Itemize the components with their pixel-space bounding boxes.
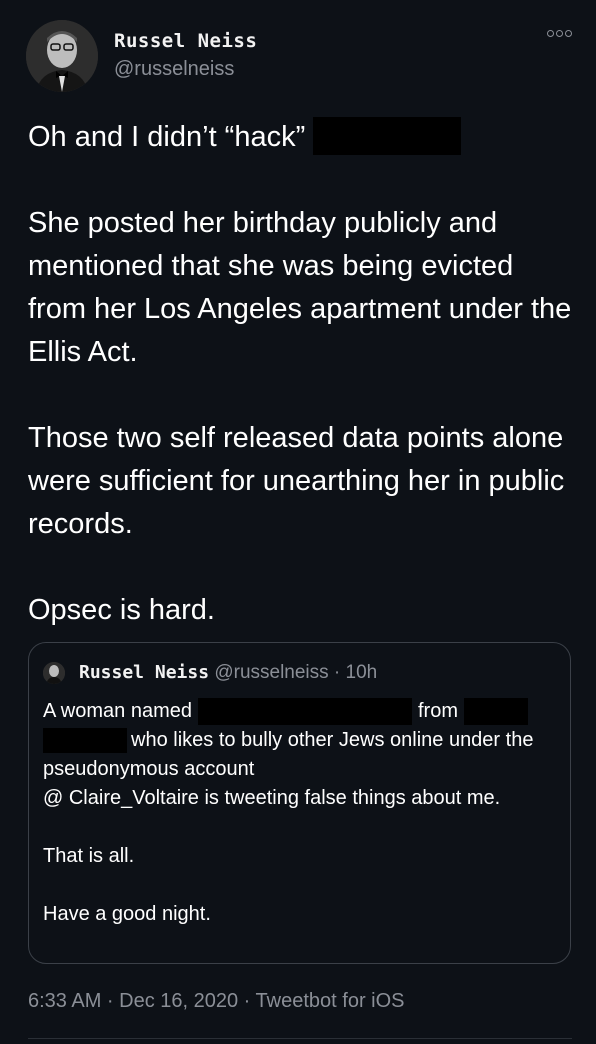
- redaction-bar: [43, 728, 127, 754]
- quoted-paragraph: A woman named from who likes to bully othe…: [43, 697, 563, 813]
- avatar[interactable]: [26, 20, 98, 92]
- tweet-body: Oh and I didn’t “hack” She posted her bi…: [28, 116, 573, 632]
- quoted-header: Russel Neiss @russelneiss · 10h: [79, 662, 377, 684]
- divider: [28, 1038, 572, 1039]
- quoted-text: A woman named: [43, 700, 192, 722]
- dot: [556, 30, 563, 37]
- tweet-text: Oh and I didn’t “hack”: [28, 121, 306, 153]
- quoted-paragraph: Have a good night.: [43, 903, 211, 925]
- tweet-paragraph: Opsec is hard.: [28, 594, 215, 626]
- quoted-avatar: [43, 662, 65, 684]
- more-dots-icon[interactable]: [547, 30, 572, 37]
- quoted-meta: @russelneiss · 10h: [214, 662, 378, 683]
- redaction-bar: [197, 698, 412, 726]
- redaction-bar: [313, 117, 462, 156]
- quoted-text: from: [417, 700, 458, 722]
- dot: [547, 30, 554, 37]
- avatar-portrait-image: [26, 20, 98, 92]
- quoted-tweet-card[interactable]: Russel Neiss @russelneiss · 10h A woman …: [28, 642, 571, 964]
- tweet-paragraph: She posted her birthday publicly and men…: [28, 207, 572, 368]
- tweet-line: Oh and I didn’t “hack”: [28, 116, 573, 159]
- quoted-display-name[interactable]: Russel Neiss: [79, 662, 209, 683]
- quoted-paragraph: That is all.: [43, 845, 135, 867]
- quoted-text: @ Claire_Voltaire is tweeting false thin…: [43, 787, 501, 809]
- dot: [565, 30, 572, 37]
- quoted-body: A woman named from who likes to bully othe…: [43, 697, 563, 929]
- tweet-paragraph: Those two self released data points alon…: [28, 422, 565, 540]
- redaction-bar: [463, 698, 528, 726]
- author-display-name[interactable]: Russel Neiss: [114, 30, 257, 52]
- quoted-avatar-image: [43, 662, 65, 684]
- tweet-timestamp-source[interactable]: 6:33 AM · Dec 16, 2020 · Tweetbot for iO…: [28, 990, 405, 1013]
- author-handle[interactable]: @russelneiss: [114, 58, 234, 81]
